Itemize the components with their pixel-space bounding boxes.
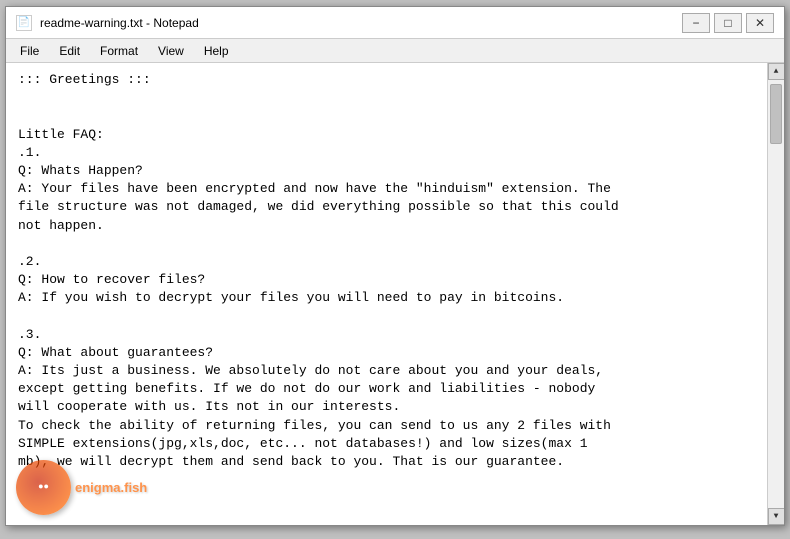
menu-help[interactable]: Help: [196, 42, 237, 60]
window-controls: − □ ✕: [682, 13, 774, 33]
scroll-up-button[interactable]: ▲: [768, 63, 785, 80]
content-wrapper: ::: Greetings ::: Little FAQ: .1. Q: Wha…: [6, 63, 767, 525]
minimize-button[interactable]: −: [682, 13, 710, 33]
menu-file[interactable]: File: [12, 42, 47, 60]
menu-edit[interactable]: Edit: [51, 42, 88, 60]
notepad-icon: 📄: [16, 15, 32, 31]
content-area: ::: Greetings ::: Little FAQ: .1. Q: Wha…: [6, 63, 784, 525]
window-title: readme-warning.txt - Notepad: [40, 16, 199, 30]
scroll-thumb[interactable]: [770, 84, 782, 144]
notepad-window: 📄 readme-warning.txt - Notepad − □ ✕ Fil…: [5, 6, 785, 526]
text-editor[interactable]: ::: Greetings ::: Little FAQ: .1. Q: Wha…: [6, 63, 767, 525]
title-bar: 📄 readme-warning.txt - Notepad − □ ✕: [6, 7, 784, 39]
menu-view[interactable]: View: [150, 42, 192, 60]
title-bar-left: 📄 readme-warning.txt - Notepad: [16, 15, 199, 31]
vertical-scrollbar: ▲ ▼: [767, 63, 784, 525]
maximize-button[interactable]: □: [714, 13, 742, 33]
scroll-down-button[interactable]: ▼: [768, 508, 785, 525]
menu-bar: File Edit Format View Help: [6, 39, 784, 63]
menu-format[interactable]: Format: [92, 42, 146, 60]
scroll-track[interactable]: [768, 80, 784, 508]
close-button[interactable]: ✕: [746, 13, 774, 33]
